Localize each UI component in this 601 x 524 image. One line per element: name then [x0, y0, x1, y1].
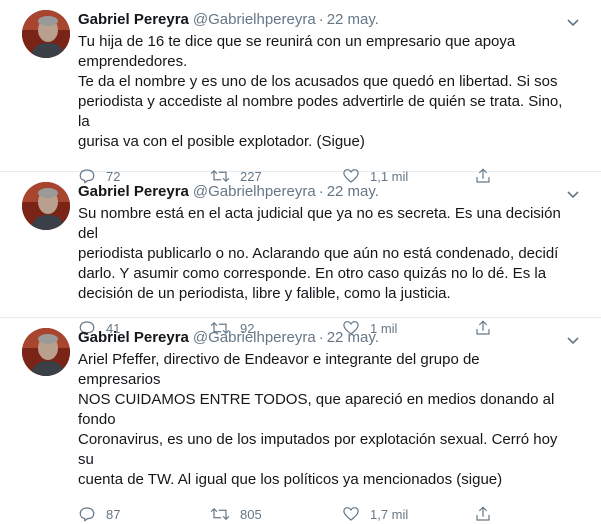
author-name[interactable]: Gabriel Pereyra — [78, 11, 189, 28]
tweet-header: Gabriel Pereyra @Gabrielhpereyra · 22 may. — [78, 10, 566, 30]
tweet-header: Gabriel Pereyra @Gabrielhpereyra · 22 may. — [78, 182, 566, 202]
chevron-down-icon[interactable] — [565, 186, 581, 202]
tweet-text: Su nombre está en el acta judicial que y… — [78, 205, 561, 302]
author-name[interactable]: Gabriel Pereyra — [78, 183, 189, 200]
tweet-text: Ariel Pfeffer, directivo de Endeavor e i… — [78, 351, 558, 488]
chevron-down-icon[interactable] — [565, 14, 581, 30]
like-count: 1,7 mil — [370, 506, 409, 522]
tweet[interactable]: Gabriel Pereyra @Gabrielhpereyra · 22 may. … — [0, 318, 601, 522]
tweet-actions: 87 805 1,7 mil — [78, 504, 566, 524]
share-icon — [476, 506, 490, 521]
reply-button[interactable]: 87 — [78, 505, 210, 523]
separator: · — [318, 11, 324, 28]
tweet-content: Gabriel Pereyra @Gabrielhpereyra · 22 may. … — [78, 10, 586, 186]
timeline: Gabriel Pereyra @Gabrielhpereyra · 22 may. … — [0, 0, 601, 522]
tweet[interactable]: Gabriel Pereyra @Gabrielhpereyra · 22 may. … — [0, 0, 601, 184]
author-name[interactable]: Gabriel Pereyra — [78, 329, 189, 346]
tweet-header: Gabriel Pereyra @Gabrielhpereyra · 22 may. — [78, 328, 566, 348]
retweet-button[interactable]: 805 — [210, 505, 342, 523]
tweet-content: Gabriel Pereyra @Gabrielhpereyra · 22 may. … — [78, 328, 586, 524]
like-button[interactable]: 1,7 mil — [342, 505, 474, 523]
tweet-time[interactable]: 22 may. — [327, 11, 379, 28]
author-handle[interactable]: @Gabrielhpereyra — [193, 183, 316, 200]
reply-icon — [79, 507, 95, 522]
retweet-icon — [210, 508, 230, 520]
chevron-down-icon[interactable] — [565, 332, 581, 348]
avatar[interactable] — [22, 182, 70, 230]
tweet[interactable]: Gabriel Pereyra @Gabrielhpereyra · 22 may. … — [0, 172, 601, 336]
reply-count: 87 — [106, 506, 121, 522]
tweet-time[interactable]: 22 may. — [327, 183, 379, 200]
heart-icon — [343, 507, 359, 521]
tweet-text: Tu hija de 16 te dice que se reunirá con… — [78, 33, 563, 150]
avatar[interactable] — [22, 328, 70, 376]
separator: · — [318, 183, 324, 200]
tweet-time[interactable]: 22 may. — [327, 329, 379, 346]
tweet-content: Gabriel Pereyra @Gabrielhpereyra · 22 may. … — [78, 182, 586, 338]
share-button[interactable] — [474, 505, 504, 523]
separator: · — [318, 329, 324, 346]
author-handle[interactable]: @Gabrielhpereyra — [193, 329, 316, 346]
retweet-count: 805 — [240, 506, 262, 522]
author-handle[interactable]: @Gabrielhpereyra — [193, 11, 316, 28]
avatar[interactable] — [22, 10, 70, 58]
